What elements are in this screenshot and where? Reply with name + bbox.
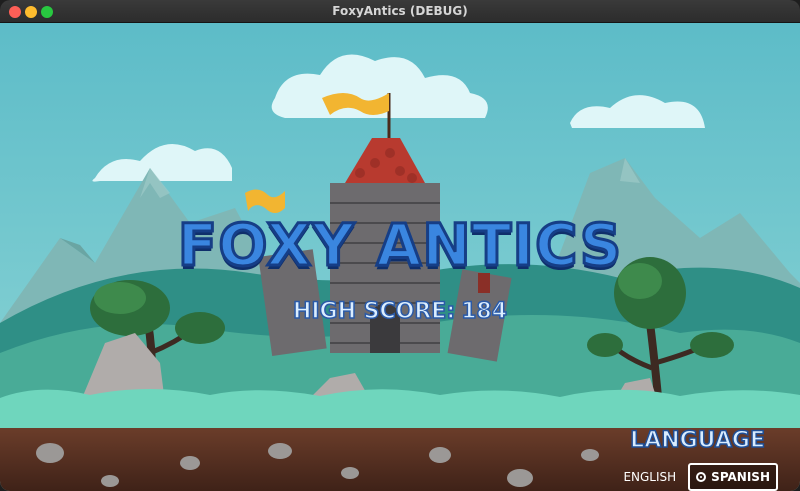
language-heading: LANGUAGE <box>629 427 765 454</box>
high-score-label: HIGH SCORE: <box>292 298 456 325</box>
game-title: FOXY ANTICS <box>176 210 623 281</box>
window-title: FoxyAntics (DEBUG) <box>332 4 468 18</box>
language-option-spanish[interactable]: SPANISH <box>688 463 778 491</box>
language-option-label: SPANISH <box>711 470 770 484</box>
language-options: ENGLISH SPANISH <box>617 463 778 491</box>
game-window: FoxyAntics (DEBUG) FOXY ANTICS HIGH SCOR… <box>0 0 800 491</box>
title-bar: FoxyAntics (DEBUG) <box>0 0 800 23</box>
high-score-value: 184 <box>460 298 508 325</box>
selected-radio-icon <box>696 472 707 482</box>
language-option-english[interactable]: ENGLISH <box>617 465 682 489</box>
game-scene: FOXY ANTICS HIGH SCORE: 184 LANGUAGE ENGL… <box>0 23 800 491</box>
language-option-label: ENGLISH <box>623 470 677 484</box>
high-score: HIGH SCORE: 184 <box>0 298 800 325</box>
